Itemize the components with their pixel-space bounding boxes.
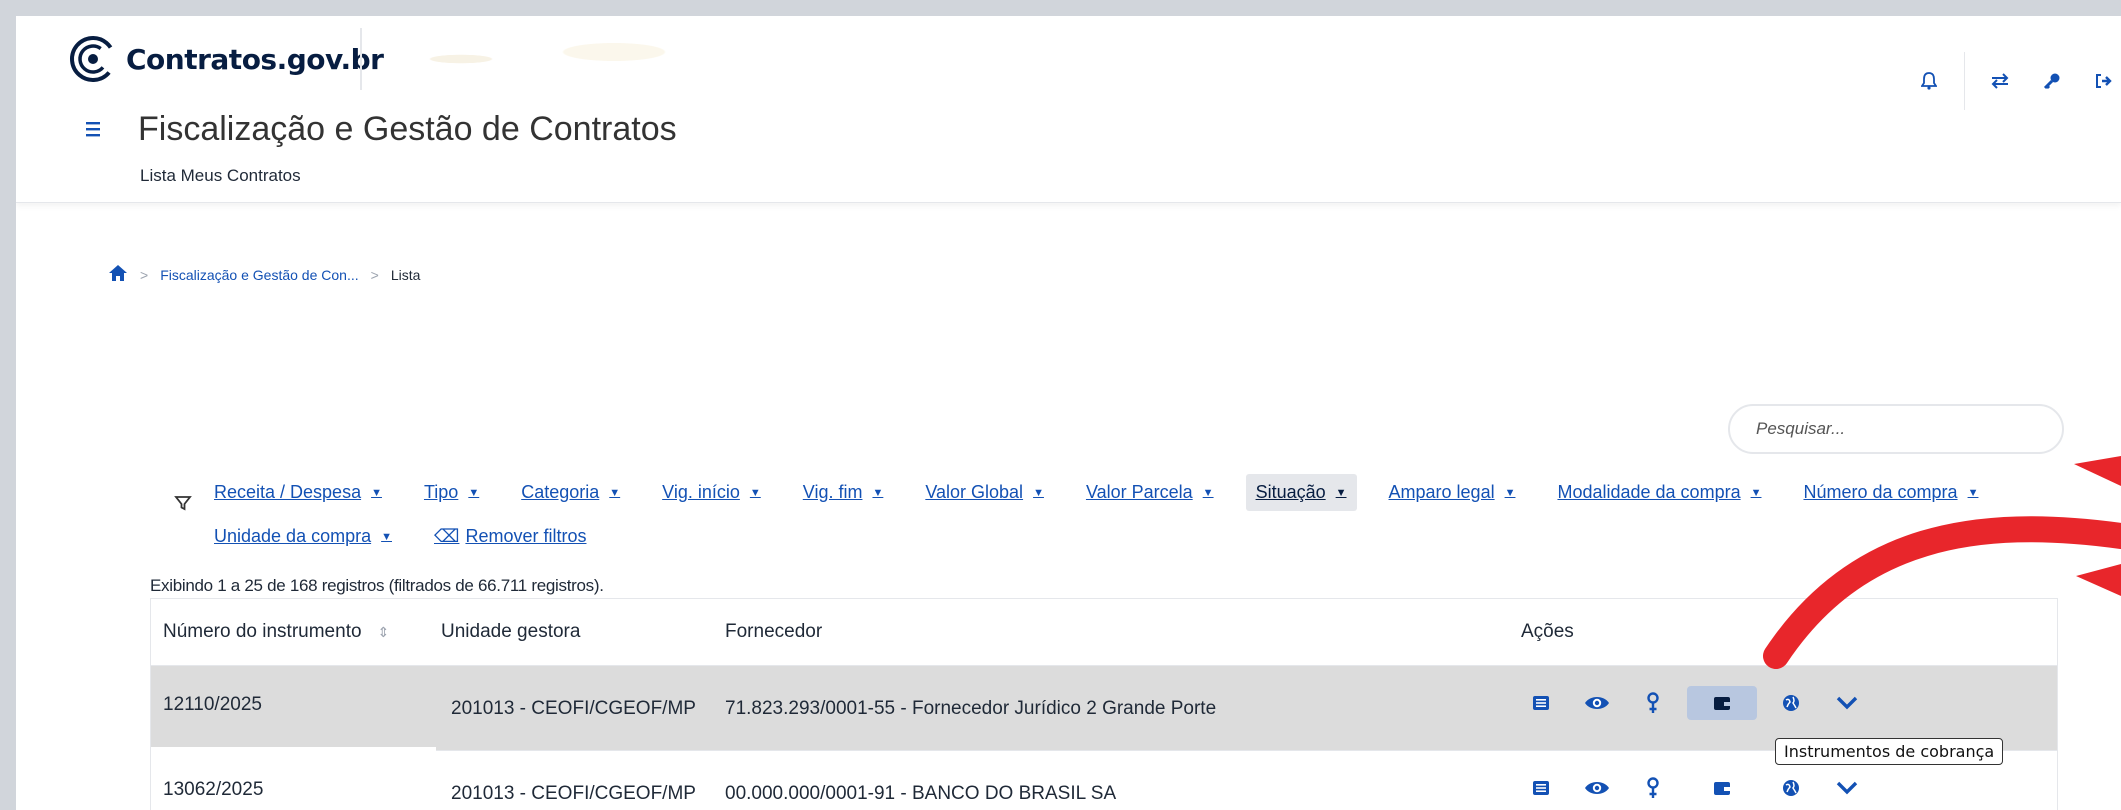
page-title: Fiscalização e Gestão de Contratos: [138, 110, 677, 148]
chevron-down-icon[interactable]: [1825, 771, 1869, 805]
faded-emblem: [376, 24, 716, 94]
breadcrumb-separator-icon: >: [140, 266, 149, 283]
cell-unidade: 201013 - CEOFI/CGEOF/MP: [451, 698, 696, 719]
filters-row-2: Unidade da compra ▼ ⌫ Remover filtros: [204, 518, 618, 555]
breadcrumb-item[interactable]: Fiscalização e Gestão de Con...: [160, 267, 358, 283]
breadcrumb-separator-icon: >: [370, 266, 379, 283]
caret-down-icon: ▼: [1504, 486, 1516, 499]
column-header-unidade[interactable]: Unidade gestora: [441, 621, 580, 643]
logo-divider: [360, 28, 362, 90]
cell-numero: 12110/2025: [163, 694, 262, 715]
chevron-down-icon[interactable]: [1825, 686, 1869, 720]
caret-down-icon: ▼: [1967, 486, 1979, 499]
logout-icon[interactable]: [2087, 64, 2121, 98]
wallet-icon[interactable]: [1687, 686, 1757, 720]
filter-receita-despesa[interactable]: Receita / Despesa ▼: [204, 474, 392, 511]
header-actions: [1912, 52, 2121, 110]
contracts-table: Número do instrumento ⇕ Unidade gestora F…: [150, 598, 2058, 810]
globe-icon[interactable]: [1769, 771, 1813, 805]
filter-unidade-compra[interactable]: Unidade da compra ▼: [204, 518, 402, 555]
bell-icon[interactable]: [1912, 64, 1946, 98]
row-actions: [1519, 771, 1881, 805]
breadcrumb: > Fiscalização e Gestão de Con... > List…: [108, 264, 420, 285]
caret-down-icon: ▼: [468, 486, 480, 499]
eraser-icon: ⌫: [434, 526, 460, 546]
filter-tipo[interactable]: Tipo ▼: [414, 474, 489, 511]
filter-modalidade-compra[interactable]: Modalidade da compra ▼: [1547, 474, 1771, 511]
header-separator: [1964, 52, 1965, 110]
table-row[interactable]: 13062/2025 201013 - CEOFI/CGEOF/MP 00.00…: [151, 751, 2057, 810]
top-header: Contratos.gov.br Fiscalização e Gestão d…: [16, 16, 2121, 203]
filter-vig-inicio[interactable]: Vig. início ▼: [652, 474, 771, 511]
globe-icon[interactable]: [1769, 686, 1813, 720]
transfer-icon[interactable]: [1983, 64, 2017, 98]
breadcrumb-current: Lista: [390, 266, 421, 283]
eye-icon[interactable]: [1575, 771, 1619, 805]
caret-down-icon: ▼: [371, 486, 382, 499]
filter-amparo-legal[interactable]: Amparo legal ▼: [1379, 474, 1526, 511]
caret-down-icon: ▼: [1750, 486, 1762, 499]
caret-down-icon: ▼: [872, 486, 884, 499]
filter-icon: [174, 496, 192, 511]
filter-valor-parcela[interactable]: Valor Parcela ▼: [1076, 474, 1224, 511]
list-icon[interactable]: [1519, 771, 1563, 805]
table-header: Número do instrumento ⇕ Unidade gestora F…: [151, 599, 2057, 666]
hamburger-menu-icon[interactable]: [82, 114, 114, 146]
caret-down-icon: ▼: [1033, 486, 1044, 499]
logo[interactable]: Contratos.gov.br: [68, 34, 384, 84]
caret-down-icon: ▼: [1335, 486, 1347, 499]
caret-down-icon: ▼: [749, 486, 761, 499]
filters-row: Receita / Despesa ▼ Tipo ▼ Categoria ▼ Vig.…: [204, 474, 2010, 511]
filter-categoria[interactable]: Categoria ▼: [511, 474, 630, 511]
wallet-icon[interactable]: [1687, 771, 1757, 805]
tooltip: Instrumentos de cobrança: [1775, 738, 2004, 765]
search-input[interactable]: [1754, 418, 2038, 440]
records-info: Exibindo 1 a 25 de 168 registros (filtra…: [150, 576, 604, 595]
cell-unidade: 201013 - CEOFI/CGEOF/MP: [451, 783, 696, 804]
column-header-acoes: Ações: [1521, 621, 1574, 642]
eye-icon[interactable]: [1575, 686, 1619, 720]
filter-vig-fim[interactable]: Vig. fim ▼: [793, 474, 894, 511]
caret-down-icon: ▼: [381, 530, 392, 543]
home-icon[interactable]: [108, 264, 128, 285]
cell-fornecedor: 00.000.000/0001-91 - BANCO DO BRASIL SA: [725, 783, 1117, 804]
marker-icon[interactable]: [1631, 686, 1675, 720]
contratos-logo-icon: [70, 36, 116, 82]
filter-valor-global[interactable]: Valor Global ▼: [915, 474, 1054, 511]
sort-icon[interactable]: ⇕: [378, 624, 390, 640]
search-box: [1728, 404, 2064, 454]
column-header-fornecedor[interactable]: Fornecedor: [725, 621, 822, 643]
filter-numero-compra[interactable]: Número da compra ▼: [1793, 474, 1988, 511]
filter-situacao[interactable]: Situação ▼: [1245, 474, 1357, 511]
list-icon[interactable]: [1519, 686, 1563, 720]
cell-fornecedor: 71.823.293/0001-55 - Fornecedor Jurídico…: [725, 698, 1217, 719]
column-header-numero[interactable]: Número do instrumento ⇕: [163, 621, 389, 643]
table-row[interactable]: 12110/2025 201013 - CEOFI/CGEOF/MP 71.82…: [151, 666, 2057, 753]
logo-text: Contratos.gov.br: [126, 42, 384, 76]
caret-down-icon: ▼: [1202, 486, 1214, 499]
page-subtitle: Lista Meus Contratos: [140, 166, 301, 185]
key-icon[interactable]: [2035, 64, 2069, 98]
cell-numero: 13062/2025: [163, 779, 264, 800]
row-actions: [1519, 686, 1881, 720]
caret-down-icon: ▼: [609, 486, 621, 499]
app-frame: Contratos.gov.br Fiscalização e Gestão d…: [16, 16, 2121, 810]
marker-icon[interactable]: [1631, 771, 1675, 805]
remove-filters-button[interactable]: ⌫ Remover filtros: [424, 518, 596, 555]
